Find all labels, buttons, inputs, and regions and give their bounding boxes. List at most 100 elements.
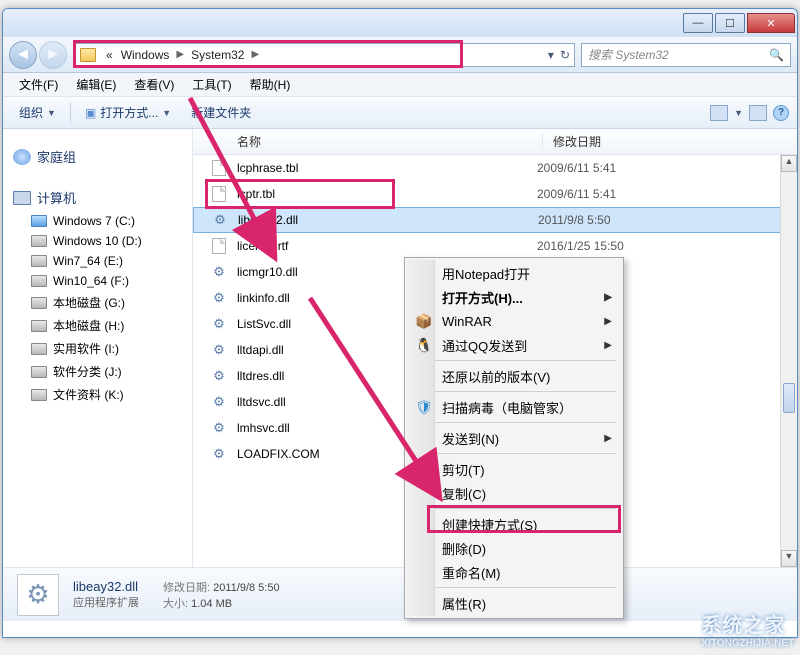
search-input[interactable]: 搜索 System32 🔍 — [581, 43, 791, 67]
file-name: lcphrase.tbl — [237, 161, 537, 175]
drive-icon — [31, 215, 47, 227]
status-meta: 修改日期: 2011/9/8 5:50 大小: 1.04 MB — [163, 579, 280, 611]
openwith-button[interactable]: ▣打开方式...▼ — [77, 101, 179, 124]
file-icon — [211, 186, 227, 202]
computer-icon — [13, 191, 31, 205]
sidebar-drive-g[interactable]: 本地磁盘 (G:) — [3, 291, 192, 314]
scroll-thumb[interactable] — [783, 383, 795, 413]
file-icon: ⚙ — [211, 264, 227, 280]
file-date: 2011/9/8 5:50 — [538, 213, 611, 227]
maximize-button[interactable]: ☐ — [715, 13, 745, 33]
folder-icon — [80, 48, 96, 62]
address-bar[interactable]: « Windows ▶ System32 ▶ ▾ ↻ — [75, 43, 575, 67]
ctx-sendto[interactable]: 发送到(N)▶ — [408, 426, 620, 450]
chevron-right-icon: ▶ — [248, 49, 262, 60]
watermark: 系统之家 XITONGZHIJIA.NET — [701, 609, 794, 649]
ctx-delete[interactable]: 删除(D) — [408, 536, 620, 560]
titlebar: — ☐ ✕ — [3, 9, 797, 37]
file-date: 2009/6/11 5:41 — [537, 187, 616, 201]
status-filetype: 应用程序扩展 — [73, 594, 139, 610]
sidebar: 家庭组 计算机 Windows 7 (C:) Windows 10 (D:) W… — [3, 129, 193, 567]
file-row[interactable]: lcptr.tbl2009/6/11 5:41 — [193, 181, 797, 207]
sidebar-drive-j[interactable]: 软件分类 (J:) — [3, 360, 192, 383]
separator — [70, 103, 71, 123]
menu-tools[interactable]: 工具(T) — [184, 74, 239, 95]
watermark-url: XITONGZHIJIA.NET — [701, 638, 794, 649]
menu-file[interactable]: 文件(F) — [11, 74, 66, 95]
newfolder-button[interactable]: 新建文件夹 — [183, 101, 259, 124]
homegroup-icon — [13, 149, 31, 165]
close-button[interactable]: ✕ — [747, 13, 795, 33]
separator — [412, 587, 616, 588]
sidebar-drive-c[interactable]: Windows 7 (C:) — [3, 211, 192, 231]
dropdown-icon[interactable]: ▾ — [548, 48, 554, 62]
sidebar-homegroup[interactable]: 家庭组 — [3, 143, 192, 170]
ctx-properties[interactable]: 属性(R) — [408, 591, 620, 615]
file-row[interactable]: ⚙libeay32.dll2011/9/8 5:50 — [193, 207, 797, 233]
chevron-right-icon: ▶ — [173, 49, 187, 60]
organize-button[interactable]: 组织▼ — [11, 101, 64, 124]
winrar-icon: 📦 — [415, 312, 433, 330]
file-icon — [211, 160, 227, 176]
ctx-winrar[interactable]: 📦WinRAR▶ — [408, 309, 620, 333]
menu-edit[interactable]: 编辑(E) — [68, 74, 124, 95]
ctx-cut[interactable]: 剪切(T) — [408, 457, 620, 481]
ctx-rename[interactable]: 重命名(M) — [408, 560, 620, 584]
drive-icon — [31, 389, 47, 401]
search-placeholder: 搜索 System32 — [588, 46, 669, 63]
sidebar-drive-d[interactable]: Windows 10 (D:) — [3, 231, 192, 251]
file-icon: ⚙ — [211, 290, 227, 306]
sidebar-drive-k[interactable]: 文件资料 (K:) — [3, 383, 192, 406]
back-button[interactable]: ◄ — [9, 41, 37, 69]
vertical-scrollbar[interactable]: ▲ ▼ — [780, 155, 797, 567]
sidebar-drive-i[interactable]: 实用软件 (I:) — [3, 337, 192, 360]
file-date: 2009/6/11 5:41 — [537, 161, 616, 175]
file-icon: ⚙ — [212, 212, 228, 228]
menu-view[interactable]: 查看(V) — [126, 74, 182, 95]
drive-icon — [31, 320, 47, 332]
ctx-qq[interactable]: 🐧通过QQ发送到▶ — [408, 333, 620, 357]
menu-help[interactable]: 帮助(H) — [242, 74, 299, 95]
separator — [412, 453, 616, 454]
file-icon — [211, 238, 227, 254]
status-filename: libeay32.dll — [73, 579, 139, 594]
list-header: 名称 修改日期 — [193, 129, 797, 155]
ctx-copy[interactable]: 复制(C) — [408, 481, 620, 505]
column-date[interactable]: 修改日期 — [543, 133, 797, 150]
refresh-icon[interactable]: ↻ — [560, 48, 570, 62]
breadcrumb-system32[interactable]: System32 — [187, 48, 248, 62]
chevron-down-icon: ▼ — [162, 108, 171, 118]
nav-bar: ◄ ► « Windows ▶ System32 ▶ ▾ ↻ 搜索 System… — [3, 37, 797, 73]
preview-pane-button[interactable] — [749, 105, 767, 121]
view-options-button[interactable] — [710, 105, 728, 121]
separator — [412, 422, 616, 423]
file-row[interactable]: lcphrase.tbl2009/6/11 5:41 — [193, 155, 797, 181]
ctx-scan[interactable]: 🛡扫描病毒（电脑管家） — [408, 395, 620, 419]
ctx-notepad[interactable]: 用Notepad打开 — [408, 261, 620, 285]
scroll-down-button[interactable]: ▼ — [781, 550, 797, 567]
file-row[interactable]: license.rtf2016/1/25 15:50 — [193, 233, 797, 259]
file-name: lcptr.tbl — [237, 187, 537, 201]
chevron-down-icon: ▼ — [734, 108, 743, 118]
forward-button[interactable]: ► — [39, 41, 67, 69]
file-icon: ⚙ — [211, 420, 227, 436]
drive-icon — [31, 297, 47, 309]
column-name[interactable]: 名称 — [193, 133, 543, 150]
ctx-shortcut[interactable]: 创建快捷方式(S) — [408, 512, 620, 536]
submenu-arrow-icon: ▶ — [604, 292, 612, 303]
sidebar-drive-h[interactable]: 本地磁盘 (H:) — [3, 314, 192, 337]
sidebar-drive-f[interactable]: Win10_64 (F:) — [3, 271, 192, 291]
scroll-up-button[interactable]: ▲ — [781, 155, 797, 172]
drive-icon — [31, 343, 47, 355]
minimize-button[interactable]: — — [683, 13, 713, 33]
sidebar-computer[interactable]: 计算机 — [3, 184, 192, 211]
status-text: libeay32.dll 应用程序扩展 — [73, 579, 139, 610]
sidebar-drive-e[interactable]: Win7_64 (E:) — [3, 251, 192, 271]
breadcrumb-windows[interactable]: Windows — [117, 48, 174, 62]
drive-icon — [31, 235, 47, 247]
drive-icon — [31, 366, 47, 378]
file-icon: ⚙ — [211, 316, 227, 332]
ctx-openwith[interactable]: 打开方式(H)...▶ — [408, 285, 620, 309]
help-icon[interactable]: ? — [773, 105, 789, 121]
ctx-restore[interactable]: 还原以前的版本(V) — [408, 364, 620, 388]
